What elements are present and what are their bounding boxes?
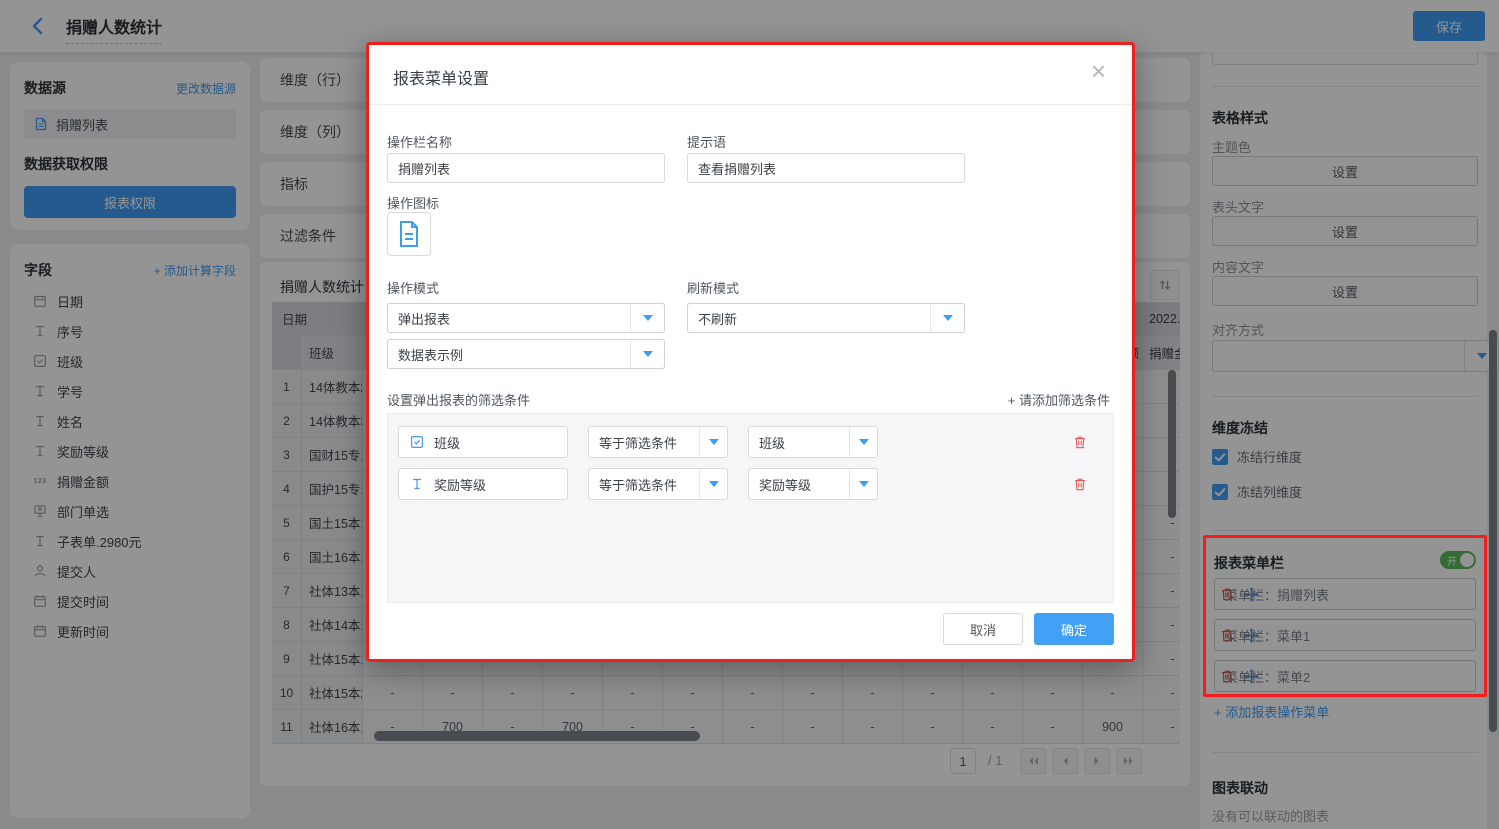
filter-field-label: 班级 [434,433,460,452]
refresh-label: 刷新模式 [687,278,739,297]
select-icon [409,434,425,450]
filter-panel: 班级等于筛选条件班级奖励等级等于筛选条件奖励等级 [387,413,1114,603]
triangle [709,481,719,487]
action-name-input[interactable] [387,153,665,183]
modal-header: 报表菜单设置 × [369,45,1132,105]
filter-condition-row: 奖励等级 等于筛选条件 奖励等级 [398,468,1103,500]
tip-input[interactable] [687,153,965,183]
action-icon-picker[interactable] [387,212,431,256]
chevron-down-icon [630,304,664,332]
filter-target-select[interactable]: 奖励等级 [748,468,878,500]
mode-select[interactable]: 弹出报表 [387,303,665,333]
chevron-down-icon [699,427,727,457]
modal-title: 报表菜单设置 [393,65,489,89]
chevron-down-icon [930,304,964,332]
mode-label: 操作模式 [387,278,439,297]
filter-operator-value: 等于筛选条件 [599,427,677,457]
cancel-button[interactable]: 取消 [943,613,1023,645]
chevron-down-icon [630,340,664,368]
action-name-label: 操作栏名称 [387,132,452,151]
filter-section-title: 设置弹出报表的筛选条件 [387,390,530,409]
filter-field-box[interactable]: 奖励等级 [398,468,568,500]
refresh-select[interactable]: 不刷新 [687,303,965,333]
report-menu-settings-modal: 报表菜单设置 × 操作栏名称 提示语 操作图标 操作模式 刷新模式 弹出报表 不… [366,42,1135,662]
filter-operator-value: 等于筛选条件 [599,469,677,499]
delete-filter-icon[interactable] [1073,435,1087,450]
document-icon [397,220,421,248]
chevron-down-icon [849,427,877,457]
filter-operator-select[interactable]: 等于筛选条件 [588,468,728,500]
filter-target-value: 班级 [759,427,785,457]
filter-target-value: 奖励等级 [759,469,811,499]
close-icon[interactable]: × [1091,58,1106,84]
text-icon [409,476,425,492]
confirm-button[interactable]: 确定 [1034,613,1114,645]
delete-filter-icon[interactable] [1073,477,1087,492]
triangle [859,481,869,487]
add-filter-link[interactable]: + 请添加筛选条件 [1008,390,1110,409]
tip-label: 提示语 [687,132,726,151]
filter-target-select[interactable]: 班级 [748,426,878,458]
action-icon-label: 操作图标 [387,193,439,212]
filter-operator-select[interactable]: 等于筛选条件 [588,426,728,458]
chevron-down-icon [849,469,877,499]
chevron-down-icon [699,469,727,499]
filter-field-box[interactable]: 班级 [398,426,568,458]
report-sample-select[interactable]: 数据表示例 [387,339,665,369]
filter-field-label: 奖励等级 [434,475,486,494]
triangle [709,439,719,445]
filter-condition-row: 班级 等于筛选条件 班级 [398,426,1103,458]
triangle [859,439,869,445]
